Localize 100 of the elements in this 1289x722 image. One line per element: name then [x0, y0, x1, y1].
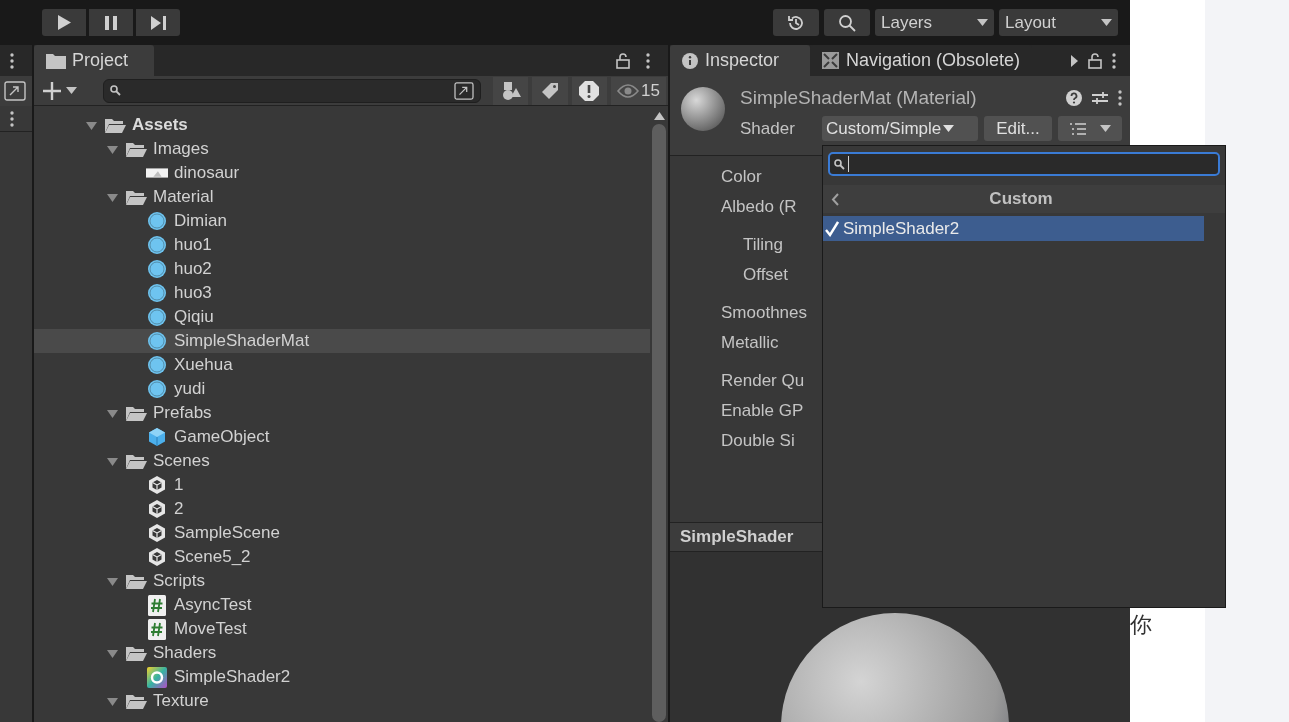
- tree-item[interactable]: SampleScene: [34, 521, 650, 545]
- tree-item[interactable]: 2: [34, 497, 650, 521]
- tree-item[interactable]: huo2: [34, 257, 650, 281]
- tree-item[interactable]: GameObject: [34, 425, 650, 449]
- expanded-arrow-icon[interactable]: [85, 119, 97, 131]
- folder-icon: [125, 188, 147, 206]
- lock-icon[interactable]: [1088, 52, 1102, 69]
- expanded-arrow-icon[interactable]: [106, 143, 118, 155]
- tree-item[interactable]: SimpleShader2: [34, 665, 650, 689]
- item-label: SampleScene: [174, 522, 280, 545]
- folder-icon: [104, 116, 126, 134]
- tree-item[interactable]: SimpleShaderMat: [34, 329, 650, 353]
- shader-dropdown[interactable]: Custom/Simple: [822, 116, 978, 142]
- script-file-icon: [148, 594, 166, 616]
- expanded-arrow-icon[interactable]: [106, 455, 118, 467]
- item-label: Assets: [132, 114, 188, 137]
- search-field[interactable]: [103, 78, 482, 103]
- script-file-icon: [148, 618, 166, 640]
- more-icon[interactable]: [1118, 90, 1122, 106]
- history-button[interactable]: [773, 9, 819, 36]
- tree-item[interactable]: Material: [34, 185, 650, 209]
- info-icon: [682, 52, 698, 69]
- tree-item[interactable]: Qiqiu: [34, 305, 650, 329]
- tree-item[interactable]: Images: [34, 137, 650, 161]
- item-label: AsyncTest: [174, 594, 252, 617]
- tree-item[interactable]: Texture: [34, 689, 650, 713]
- step-button[interactable]: [136, 9, 180, 36]
- maximize-icon[interactable]: [454, 81, 475, 100]
- shader-option[interactable]: SimpleShader2: [823, 216, 1204, 241]
- help-icon[interactable]: [1066, 90, 1082, 106]
- expanded-arrow-icon[interactable]: [106, 407, 118, 419]
- scroll-up-icon[interactable]: [653, 112, 665, 120]
- search-icon: [838, 13, 856, 32]
- tree-item[interactable]: Scripts: [34, 569, 650, 593]
- panel-tab[interactable]: Project: [34, 45, 154, 76]
- sphere-icon: [147, 331, 167, 351]
- more-icon[interactable]: [646, 52, 650, 69]
- item-label: Prefabs: [153, 402, 212, 425]
- expanded-arrow-icon[interactable]: [106, 695, 118, 707]
- item-label: dinosaur: [174, 162, 240, 185]
- checkmark-icon: [825, 220, 839, 237]
- edit-button[interactable]: Edit...: [984, 116, 1052, 142]
- property-label: Smoothnes: [721, 302, 807, 324]
- cube-icon: [147, 499, 167, 519]
- folder-icon: [125, 572, 147, 590]
- pause-button[interactable]: [89, 9, 133, 36]
- more-icon[interactable]: [1112, 52, 1116, 69]
- sphere-icon: [147, 355, 167, 375]
- popup-search-field[interactable]: [828, 152, 1220, 176]
- item-label: SimpleShaderMat: [174, 330, 310, 353]
- sphere-icon: [147, 283, 167, 303]
- tree-item[interactable]: Assets: [34, 113, 650, 137]
- material-title: SimpleShaderMat (Material): [740, 85, 977, 110]
- tree-item[interactable]: Scene5_2: [34, 545, 650, 569]
- cube-icon: [147, 523, 167, 543]
- item-label: Dimian: [174, 210, 227, 233]
- more-icon[interactable]: [10, 110, 14, 127]
- settings-sliders-icon[interactable]: [1092, 90, 1108, 106]
- tree-item[interactable]: AsyncTest: [34, 593, 650, 617]
- filter-by-label-button[interactable]: [532, 76, 568, 105]
- tree-item[interactable]: dinosaur: [34, 161, 650, 185]
- warning-filter-button[interactable]: [571, 76, 608, 105]
- tree-item[interactable]: Prefabs: [34, 401, 650, 425]
- tree-item[interactable]: huo1: [34, 233, 650, 257]
- caret-icon: [1099, 125, 1111, 133]
- search-button[interactable]: [824, 9, 870, 36]
- list-icon: [1069, 122, 1086, 135]
- expanded-arrow-icon[interactable]: [106, 191, 118, 203]
- tree-item[interactable]: MoveTest: [34, 617, 650, 641]
- expanded-arrow-icon[interactable]: [106, 575, 118, 587]
- item-label: MoveTest: [174, 618, 247, 641]
- lock-icon[interactable]: [616, 52, 630, 69]
- tree-item[interactable]: 1: [34, 473, 650, 497]
- play-button[interactable]: [42, 9, 86, 36]
- toolbar-dropdown[interactable]: Layers: [875, 9, 994, 36]
- item-label: Scenes: [153, 450, 210, 473]
- hidden-packages-button[interactable]: 15: [611, 76, 666, 105]
- pause-icon: [105, 15, 117, 30]
- tree-item[interactable]: Scenes: [34, 449, 650, 473]
- caret-icon: [943, 125, 955, 133]
- tree-item[interactable]: huo3: [34, 281, 650, 305]
- property-label: Enable GP: [721, 400, 804, 422]
- more-icon[interactable]: [10, 52, 14, 69]
- back-icon[interactable]: [831, 192, 839, 206]
- more-tabs-arrow-icon[interactable]: [1071, 54, 1078, 67]
- search-icon: [834, 158, 845, 170]
- item-label: 1: [174, 474, 184, 497]
- tree-item[interactable]: Dimian: [34, 209, 650, 233]
- maximize-icon[interactable]: [4, 81, 26, 101]
- tree-item[interactable]: Shaders: [34, 641, 650, 665]
- property-label: Double Si: [721, 430, 795, 452]
- tree-item[interactable]: Xuehua: [34, 353, 650, 377]
- panel-tab[interactable]: Inspector: [670, 45, 810, 76]
- item-label: GameObject: [174, 426, 270, 449]
- tree-item[interactable]: yudi: [34, 377, 650, 401]
- filter-by-type-button[interactable]: [493, 76, 529, 105]
- options-dropdown[interactable]: [1058, 116, 1122, 142]
- toolbar-dropdown[interactable]: Layout: [999, 9, 1118, 36]
- sphere-icon: [147, 259, 167, 279]
- expanded-arrow-icon[interactable]: [106, 647, 118, 659]
